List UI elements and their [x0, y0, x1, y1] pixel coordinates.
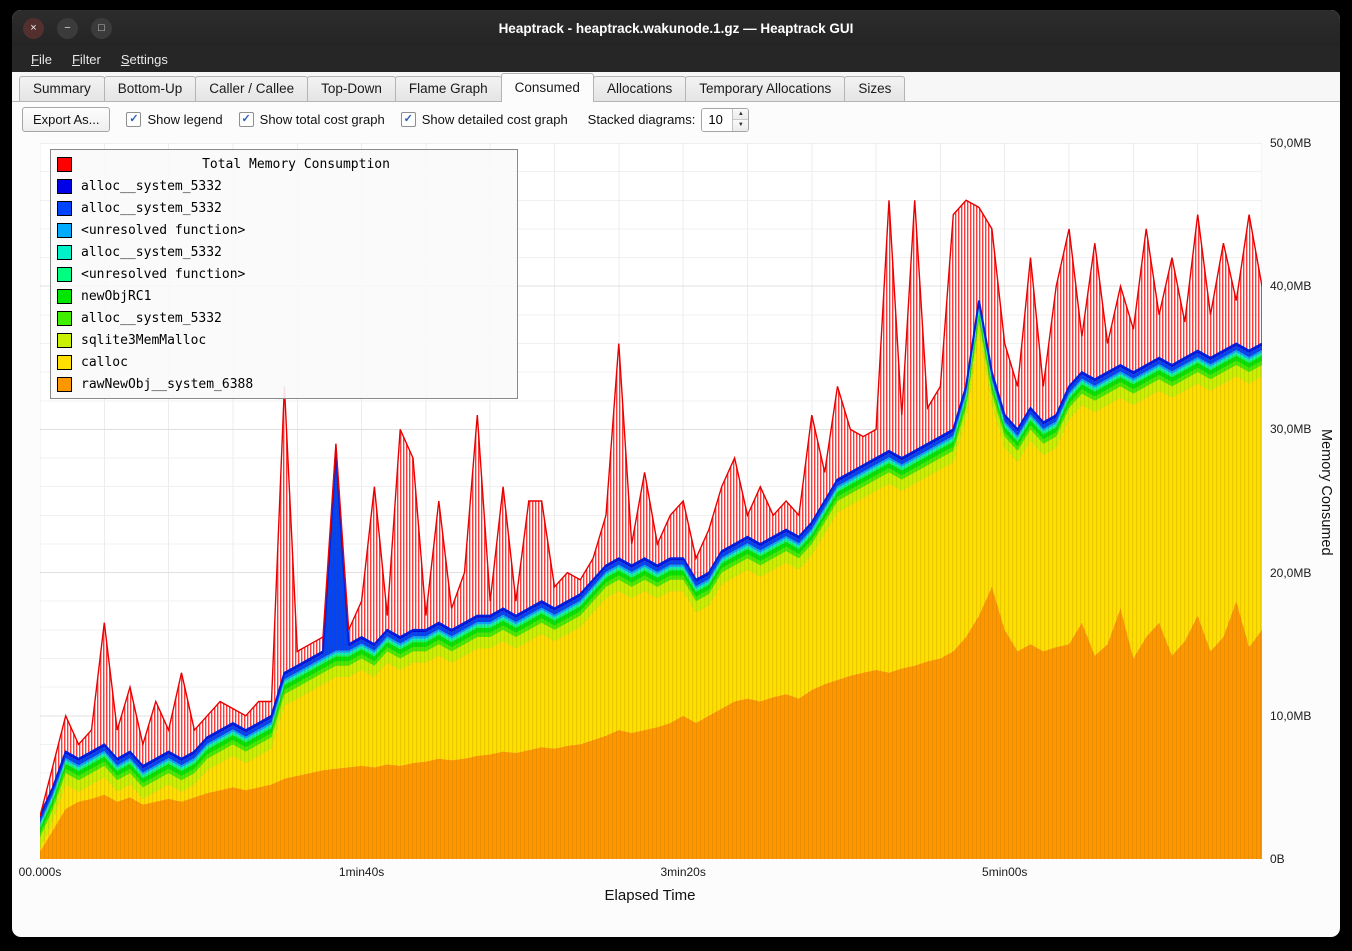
legend-swatch [57, 333, 72, 348]
toolbar: Export As... ✓ Show legend ✓ Show total cos… [12, 102, 1340, 137]
tab-temporary-allocations[interactable]: Temporary Allocations [685, 76, 845, 101]
menu-filter[interactable]: Filter [63, 49, 110, 70]
legend-label: sqlite3MemMalloc [81, 333, 206, 348]
y-tick-label: 40,0MB [1270, 279, 1332, 293]
legend-item: alloc__system_5332 [57, 241, 511, 263]
spinbox-buttons: ▲ ▼ [732, 109, 748, 131]
menu-settings[interactable]: Settings [112, 49, 177, 70]
titlebar[interactable]: ×−□ Heaptrack - heaptrack.wakunode.1.gz … [12, 10, 1340, 46]
checkbox-show-legend[interactable]: ✓ Show legend [126, 112, 222, 127]
minimize-button[interactable]: − [57, 18, 78, 39]
tab-consumed[interactable]: Consumed [501, 73, 594, 102]
y-axis-title: Memory Consumed [1318, 429, 1334, 556]
legend-item: <unresolved function> [57, 219, 511, 241]
window-controls: ×−□ [23, 18, 112, 39]
legend-item: newObjRC1 [57, 285, 511, 307]
stacked-diagrams-spinbox[interactable]: ▲ ▼ [701, 108, 749, 132]
menu-file[interactable]: File [22, 49, 61, 70]
stacked-diagrams-input[interactable] [702, 109, 732, 131]
checkbox-show-detailed-cost-graph[interactable]: ✓ Show detailed cost graph [401, 112, 568, 127]
chart-area: Total Memory Consumption alloc__system_53… [16, 137, 1336, 933]
legend-item: <unresolved function> [57, 263, 511, 285]
tab-flame-graph[interactable]: Flame Graph [395, 76, 502, 101]
close-button[interactable]: × [23, 18, 44, 39]
legend-label: Total Memory Consumption [81, 157, 511, 172]
legend-label: alloc__system_5332 [81, 311, 222, 326]
y-tick-label: 0B [1270, 852, 1332, 866]
legend-swatch [57, 157, 72, 172]
checkbox-icon: ✓ [401, 112, 416, 127]
legend-swatch [57, 201, 72, 216]
legend-swatch [57, 267, 72, 282]
toolbar-checkboxes: ✓ Show legend ✓ Show total cost graph ✓ Show … [126, 112, 567, 127]
tab-top-down[interactable]: Top-Down [307, 76, 396, 101]
heaptrack-window: ×−□ Heaptrack - heaptrack.wakunode.1.gz … [12, 10, 1340, 937]
legend-item: alloc__system_5332 [57, 197, 511, 219]
stacked-diagrams-label: Stacked diagrams: [588, 112, 696, 127]
y-tick-label: 50,0MB [1270, 136, 1332, 150]
legend-label: alloc__system_5332 [81, 179, 222, 194]
tab-summary[interactable]: Summary [19, 76, 105, 101]
tab-bottom-up[interactable]: Bottom-Up [104, 76, 197, 101]
legend-label: rawNewObj__system_6388 [81, 377, 253, 392]
tab-bar: SummaryBottom-UpCaller / CalleeTop-DownF… [12, 72, 1340, 102]
legend-item: alloc__system_5332 [57, 175, 511, 197]
y-tick-label: 10,0MB [1270, 709, 1332, 723]
legend-swatch [57, 245, 72, 260]
legend-swatch [57, 355, 72, 370]
export-as-button[interactable]: Export As... [22, 107, 110, 132]
legend-label: calloc [81, 355, 128, 370]
x-tick-label: 1min40s [339, 865, 384, 879]
legend-label: <unresolved function> [81, 267, 245, 282]
legend-swatch [57, 179, 72, 194]
legend-label: alloc__system_5332 [81, 245, 222, 260]
checkbox-show-total-cost-graph[interactable]: ✓ Show total cost graph [239, 112, 385, 127]
legend-swatch [57, 311, 72, 326]
legend-swatch [57, 377, 72, 392]
legend-item: rawNewObj__system_6388 [57, 373, 511, 395]
x-axis-title: Elapsed Time [605, 887, 696, 904]
legend-label: alloc__system_5332 [81, 201, 222, 216]
legend-item: alloc__system_5332 [57, 307, 511, 329]
checkbox-label: Show legend [147, 112, 222, 127]
window-title: Heaptrack - heaptrack.wakunode.1.gz — He… [12, 21, 1340, 36]
menubar: FileFilterSettings [12, 46, 1340, 72]
legend-label: <unresolved function> [81, 223, 245, 238]
tab-allocations[interactable]: Allocations [593, 76, 686, 101]
legend-item: sqlite3MemMalloc [57, 329, 511, 351]
x-tick-label: 5min00s [982, 865, 1027, 879]
checkbox-label: Show detailed cost graph [422, 112, 568, 127]
legend-swatch [57, 223, 72, 238]
tab-caller-callee[interactable]: Caller / Callee [195, 76, 308, 101]
checkbox-icon: ✓ [239, 112, 254, 127]
chart-legend: Total Memory Consumption alloc__system_53… [50, 149, 518, 399]
legend-item: Total Memory Consumption [57, 153, 511, 175]
legend-item: calloc [57, 351, 511, 373]
legend-swatch [57, 289, 72, 304]
x-tick-label: 3min20s [660, 865, 705, 879]
maximize-button[interactable]: □ [91, 18, 112, 39]
x-tick-label: 00.000s [19, 865, 62, 879]
spinbox-down-icon[interactable]: ▼ [733, 120, 748, 131]
spinbox-up-icon[interactable]: ▲ [733, 109, 748, 121]
checkbox-icon: ✓ [126, 112, 141, 127]
checkbox-label: Show total cost graph [260, 112, 385, 127]
tab-sizes[interactable]: Sizes [844, 76, 905, 101]
y-tick-label: 20,0MB [1270, 566, 1332, 580]
legend-label: newObjRC1 [81, 289, 151, 304]
